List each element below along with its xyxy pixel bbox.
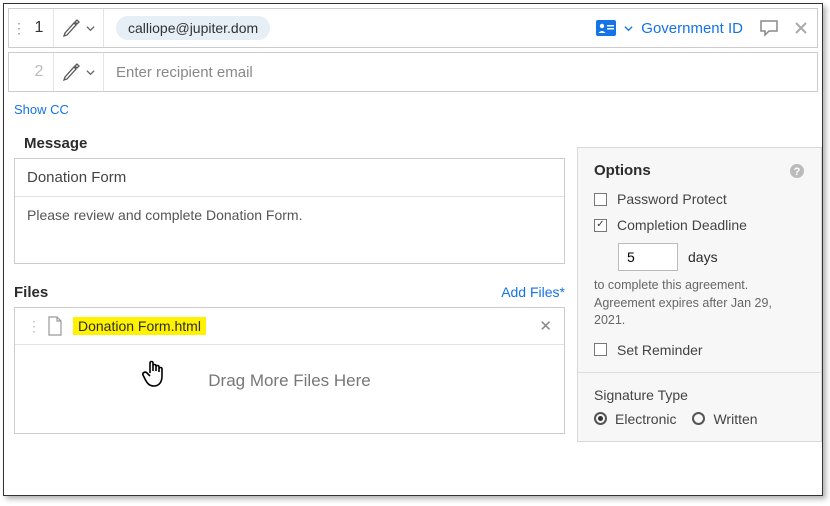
- file-name: Donation Form.html: [73, 317, 206, 335]
- recipient-row-1: ⋮ 1 calliope@jupiter.dom Government ID: [8, 8, 818, 48]
- email-pill[interactable]: calliope@jupiter.dom: [116, 16, 270, 40]
- message-box: Donation Form Please review and complete…: [14, 158, 565, 264]
- files-box: ⋮ Donation Form.html ✕ Drag More Files H…: [14, 307, 565, 434]
- signer-role-dropdown[interactable]: [53, 9, 104, 47]
- drag-handle-icon[interactable]: ⋮: [9, 20, 25, 37]
- recipient-row-2: ⋮ 2 Enter recipient email: [8, 52, 818, 92]
- deadline-hint-2: Agreement expires after Jan 29, 2021.: [594, 295, 805, 330]
- chevron-down-icon: [86, 24, 95, 33]
- show-cc-link[interactable]: Show CC: [14, 102, 822, 117]
- completion-deadline-option[interactable]: Completion Deadline: [594, 217, 805, 233]
- drop-zone[interactable]: Drag More Files Here: [15, 345, 564, 433]
- signature-type-label: Signature Type: [594, 387, 805, 403]
- recipient-number: 2: [25, 63, 53, 81]
- files-label: Files: [14, 284, 48, 301]
- chevron-down-icon: [624, 24, 633, 33]
- message-body-input[interactable]: Please review and complete Donation Form…: [15, 197, 564, 263]
- svg-text:?: ?: [794, 166, 801, 178]
- options-title: Options: [594, 162, 651, 179]
- recipient-email-field[interactable]: calliope@jupiter.dom: [104, 16, 586, 40]
- pen-icon: [62, 18, 82, 38]
- checkbox-icon[interactable]: [594, 193, 607, 206]
- subject-input[interactable]: Donation Form: [15, 159, 564, 197]
- days-unit: days: [688, 249, 718, 265]
- help-icon[interactable]: ?: [789, 163, 805, 179]
- checkbox-icon[interactable]: [594, 343, 607, 356]
- deadline-hint-1: to complete this agreement.: [594, 277, 805, 295]
- recipient-number: 1: [25, 19, 53, 37]
- drag-handle-icon[interactable]: ⋮: [27, 318, 41, 335]
- radio-electronic[interactable]: [594, 412, 607, 425]
- authentication-dropdown[interactable]: Government ID: [586, 20, 753, 37]
- id-card-icon: [596, 20, 616, 36]
- email-placeholder: Enter recipient email: [116, 64, 253, 81]
- file-row[interactable]: ⋮ Donation Form.html ✕: [15, 308, 564, 345]
- password-protect-option[interactable]: Password Protect: [594, 191, 805, 207]
- days-input[interactable]: [618, 243, 678, 271]
- set-reminder-option[interactable]: Set Reminder: [594, 342, 805, 358]
- add-files-link[interactable]: Add Files*: [501, 284, 565, 300]
- options-panel: Options ? Password Protect Completion De…: [577, 147, 822, 442]
- file-icon: [47, 316, 63, 336]
- checkbox-checked-icon[interactable]: [594, 219, 607, 232]
- pen-icon: [62, 62, 82, 82]
- signer-role-dropdown[interactable]: [53, 53, 104, 91]
- remove-file-icon[interactable]: ✕: [539, 317, 552, 335]
- radio-written[interactable]: [692, 412, 705, 425]
- divider: [578, 372, 821, 373]
- chevron-down-icon: [86, 68, 95, 77]
- auth-method-label: Government ID: [641, 20, 743, 37]
- remove-recipient-icon[interactable]: [785, 21, 817, 35]
- recipient-email-field[interactable]: Enter recipient email: [104, 64, 817, 81]
- private-message-icon[interactable]: [753, 19, 785, 37]
- message-label: Message: [24, 135, 565, 152]
